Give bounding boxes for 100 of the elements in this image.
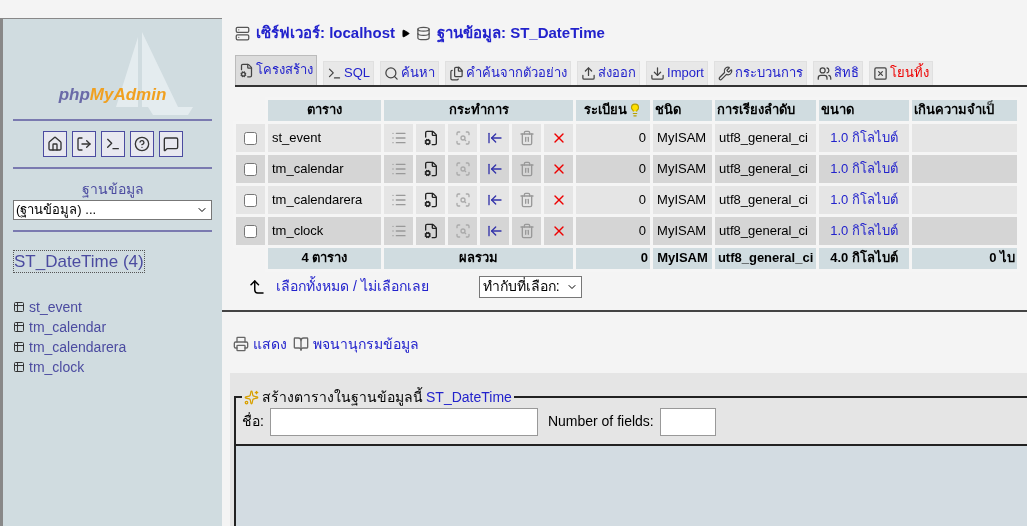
home-button[interactable] — [42, 131, 67, 157]
records-cell: 0 — [574, 215, 652, 246]
collation-cell: utf8_general_ci — [713, 122, 818, 153]
total-size-cell: 4.0 กิโลไบต์ — [817, 246, 911, 270]
separator-arrow-icon — [401, 28, 410, 38]
table-link[interactable]: tm_calendarera — [29, 336, 127, 358]
terminal-icon — [327, 65, 342, 81]
table-icon[interactable] — [13, 361, 25, 374]
document-gear-icon[interactable] — [422, 130, 439, 147]
tab[interactable]: SQL — [323, 60, 374, 85]
tab[interactable]: โยนทิ้ง — [868, 60, 933, 85]
link[interactable]: แสดง — [253, 333, 287, 355]
table-icon[interactable] — [13, 341, 25, 354]
column-header[interactable]: ตาราง — [266, 98, 383, 122]
type-cell: MyISAM — [651, 184, 714, 215]
type-cell: MyISAM — [651, 122, 714, 153]
search-icon — [384, 65, 399, 81]
records-cell: 0 — [574, 122, 652, 153]
help-button[interactable] — [129, 131, 154, 157]
document-gear-icon — [239, 62, 254, 78]
terminal-button[interactable] — [100, 131, 125, 157]
users-icon — [816, 65, 832, 81]
documents-icon — [449, 65, 464, 81]
row-checkbox[interactable] — [244, 162, 257, 176]
column-header[interactable]: ระเบียน — [574, 98, 652, 122]
table-link[interactable]: st_event — [29, 296, 82, 318]
upload-icon — [581, 65, 596, 81]
tab[interactable]: สิทธิ — [812, 60, 863, 85]
exit-icon — [75, 136, 92, 152]
column-header[interactable]: เกินความจำเป็ — [910, 98, 1019, 122]
tab[interactable]: คำค้นจากตัวอย่าง — [445, 60, 571, 85]
fields-label: Number of fields: — [547, 412, 654, 431]
tab[interactable]: Import — [646, 60, 708, 85]
total-overhead-cell: 0 ไบ — [910, 246, 1019, 270]
records-cell: 0 — [574, 153, 652, 184]
table-icon[interactable] — [13, 301, 25, 314]
tab[interactable]: โครงสร้าง — [235, 54, 317, 85]
type-cell: MyISAM — [651, 215, 714, 246]
database-icon — [416, 25, 431, 41]
table-name-cell: tm_calendar — [266, 153, 383, 184]
check-all-link[interactable]: เลือกทั้งหมด — [276, 278, 349, 294]
size-cell[interactable]: 1.0 กิโลไบต์ — [817, 184, 911, 215]
fields-field[interactable] — [659, 407, 716, 436]
collation-cell: utf8_general_ci — [713, 215, 818, 246]
uncheck-all-link[interactable]: ไม่เลือกเลย — [360, 278, 429, 294]
document-gear-icon[interactable] — [422, 192, 439, 209]
row-checkbox[interactable] — [244, 193, 257, 207]
name-field[interactable] — [269, 407, 538, 436]
tab[interactable]: กระบวนการ — [713, 60, 807, 85]
table-icon[interactable] — [13, 321, 25, 334]
column-header: กระทำการ — [382, 98, 575, 122]
table-name-cell: tm_clock — [266, 215, 383, 246]
help-icon — [133, 136, 150, 152]
table-count-cell: 4 ตาราง — [266, 246, 383, 270]
new-table-icon — [244, 389, 259, 405]
wrench-icon — [717, 65, 733, 81]
row-checkbox[interactable] — [244, 131, 257, 145]
document-gear-icon[interactable] — [422, 161, 439, 178]
create-table-legend: สร้างตารางในฐานข้อมูลนี้ — [262, 386, 423, 408]
total-label-cell: ผลรวม — [382, 246, 575, 270]
terminal-icon — [104, 136, 121, 152]
table-name-cell: st_event — [266, 122, 383, 153]
printer-icon — [233, 336, 249, 352]
home-icon — [46, 136, 63, 152]
server-icon — [235, 25, 250, 41]
records-cell: 0 — [574, 184, 652, 215]
separator-text: / — [351, 278, 358, 294]
name-label: ชื่อ: — [242, 411, 264, 431]
table-link[interactable]: tm_calendar — [29, 316, 107, 338]
type-cell: MyISAM — [651, 153, 714, 184]
column-header[interactable]: การเรียงลำดับ — [713, 98, 818, 122]
database-select[interactable]: (ฐานข้อมูล) ... — [13, 200, 212, 220]
column-header[interactable]: ชนิด — [651, 98, 714, 122]
collation-cell: utf8_general_ci — [713, 153, 818, 184]
cross-box-icon — [872, 65, 888, 81]
document-gear-icon[interactable] — [422, 223, 439, 240]
current-database-link[interactable]: ST_DateTime (4) — [13, 250, 145, 274]
exit-button[interactable] — [71, 131, 96, 157]
tab[interactable]: ส่งออก — [577, 60, 640, 85]
database-link[interactable]: ST_DateTime — [426, 386, 512, 408]
collation-cell: utf8_general_ci — [713, 184, 818, 215]
query-window-button[interactable] — [158, 131, 183, 157]
size-cell[interactable]: 1.0 กิโลไบต์ — [817, 215, 911, 246]
logo[interactable]: phpMyAdmin — [58, 81, 167, 107]
table-link[interactable]: tm_clock — [29, 356, 85, 378]
size-cell[interactable]: 1.0 กิโลไบต์ — [817, 122, 911, 153]
query-window-icon — [162, 136, 179, 152]
row-checkbox[interactable] — [244, 224, 257, 238]
arrow-up-icon — [248, 277, 266, 296]
tab[interactable]: ค้นหา — [380, 60, 439, 85]
book-icon — [293, 336, 309, 352]
with-selected-select[interactable]: ทำกับที่เลือก: — [478, 275, 582, 298]
link[interactable]: พจนานุกรมข้อมูล — [313, 333, 419, 355]
column-header[interactable]: ขนาด — [817, 98, 911, 122]
database-link[interactable]: ฐานข้อมูล: ST_DateTime — [437, 22, 605, 45]
database-label: ฐานข้อมูล — [80, 180, 145, 200]
server-link[interactable]: เซิร์ฟเวอร์: localhost — [256, 22, 395, 45]
size-cell[interactable]: 1.0 กิโลไบต์ — [817, 153, 911, 184]
download-icon — [650, 65, 665, 81]
total-collation-cell: utf8_general_ci — [713, 246, 818, 270]
